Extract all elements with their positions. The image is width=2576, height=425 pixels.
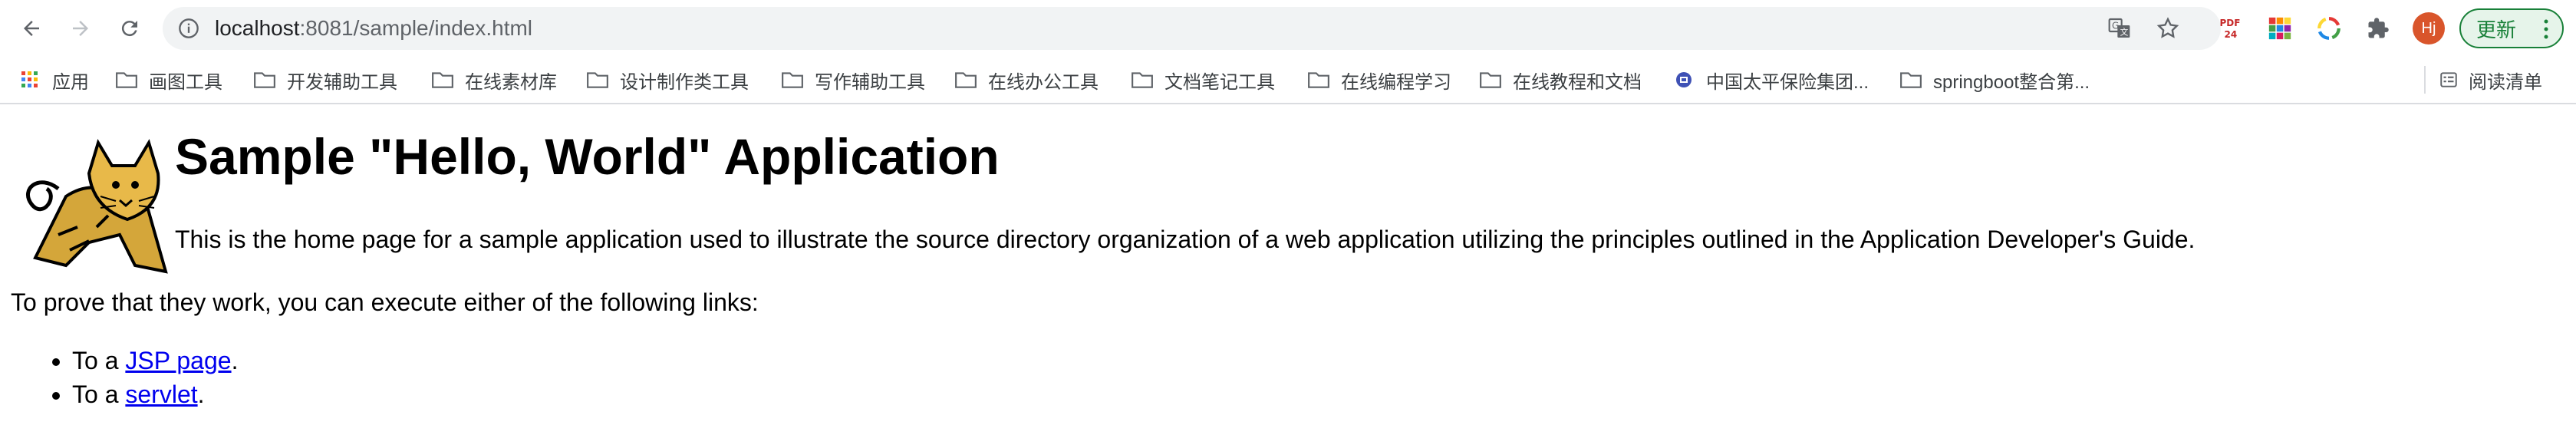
info-icon[interactable] [178,18,199,39]
folder-icon [1480,72,1501,88]
page-content: Sample "Hello, World" Application This i… [0,104,2576,425]
puzzle-icon[interactable] [2363,13,2393,44]
intro-paragraph: This is the home page for a sample appli… [175,226,2196,253]
bookmark-item[interactable]: 在线素材库 [431,57,557,103]
reload-button[interactable] [110,9,149,48]
update-button[interactable]: 更新 [2459,8,2564,48]
bookmark-item[interactable]: 设计制作类工具 [586,57,749,103]
svg-text:24: 24 [2225,29,2238,40]
pdf24-icon[interactable]: PDF 24 [2217,13,2248,44]
link-prefix: To a [72,347,126,374]
page-title: Sample "Hello, World" Application [175,128,1000,185]
bookmark-item[interactable]: 文档笔记工具 [1131,57,1275,103]
bookmark-label: 设计制作类工具 [620,71,749,93]
folder-icon [432,72,453,88]
bookmark-label: 在线教程和文档 [1513,71,1642,93]
bookmark-item[interactable]: 应用 [18,57,89,103]
folder-icon [782,72,803,88]
color-grid-icon[interactable] [2265,13,2295,44]
bookmark-label: 画图工具 [149,71,222,93]
list-item: To a JSP page. [72,344,238,377]
star-icon[interactable] [2156,16,2180,41]
link-prefix: To a [72,381,126,408]
bookmark-label: 文档笔记工具 [1164,71,1275,93]
forward-button[interactable] [61,9,100,48]
bookmark-label: springboot整合第... [1933,71,2090,93]
bookmark-label: 应用 [52,71,89,93]
bookmark-item[interactable]: springboot整合第... [1899,57,2090,103]
folder-icon [254,72,275,88]
bookmark-item[interactable]: 开发辅助工具 [253,57,397,103]
bookmark-item[interactable]: 画图工具 [115,57,222,103]
browser-toolbar: localhost:8081/sample/index.html G文 PDF 2… [0,0,2576,57]
bookmark-item[interactable]: 在线编程学习 [1307,57,1451,103]
divider [2424,66,2426,94]
folder-icon [955,72,977,88]
bookmark-item[interactable]: 中国太平保险集团... [1672,57,1869,103]
jsp-page-link[interactable]: JSP page [125,347,231,374]
link-suffix: . [197,381,205,408]
bookmark-label: 在线编程学习 [1341,71,1451,93]
profile-avatar[interactable]: Hj [2413,12,2445,44]
bookmark-label: 写作辅助工具 [815,71,925,93]
back-button[interactable] [12,9,51,48]
bookmark-item[interactable]: 在线办公工具 [954,57,1099,103]
bookmark-item[interactable]: 在线教程和文档 [1479,57,1642,103]
url-host: localhost [215,16,300,40]
folder-icon [1900,72,1922,88]
forward-arrow-icon [73,21,88,36]
bookmark-item[interactable]: 写作辅助工具 [781,57,925,103]
bookmark-label: 在线办公工具 [988,71,1099,93]
more-menu-icon [2544,19,2548,39]
url-path: :8081/sample/index.html [299,16,533,40]
svg-text:PDF: PDF [2220,18,2241,28]
bookmark-label: 在线素材库 [465,71,557,93]
back-arrow-icon [24,21,39,36]
bookmarks-bar: 阅读清单 应用 画图工具 开发辅助工具 在线素材库 设计制作类工具 写作辅助工具 在线办公工… [0,57,2576,104]
update-label: 更新 [2476,18,2517,41]
list-item: To a servlet. [72,377,238,411]
link-suffix: . [231,347,239,374]
tomcat-logo [26,139,168,274]
servlet-link[interactable]: servlet [125,381,197,408]
svg-text:文: 文 [2120,28,2129,38]
sync-icon[interactable] [2314,13,2344,44]
bookmark-label: 中国太平保险集团... [1706,71,1869,93]
links-list: To a JSP page. To a servlet. [11,344,238,411]
folder-icon [1308,72,1329,88]
folder-icon [116,72,137,88]
address-bar[interactable]: localhost:8081/sample/index.html G文 [163,7,2221,50]
links-intro-paragraph: To prove that they work, you can execute… [11,288,759,316]
url-text[interactable]: localhost:8081/sample/index.html [215,7,532,50]
reload-icon [121,21,137,37]
reading-list-button[interactable]: 阅读清单 [2438,57,2542,103]
site-icon [1676,72,1692,87]
apps-grid-icon [21,71,38,87]
folder-icon [587,72,608,88]
reading-list-icon [2440,72,2457,87]
folder-icon [1132,72,1153,88]
bookmark-label: 开发辅助工具 [287,71,397,93]
translate-icon[interactable]: G文 [2107,16,2132,41]
reading-list-label: 阅读清单 [2469,71,2542,93]
